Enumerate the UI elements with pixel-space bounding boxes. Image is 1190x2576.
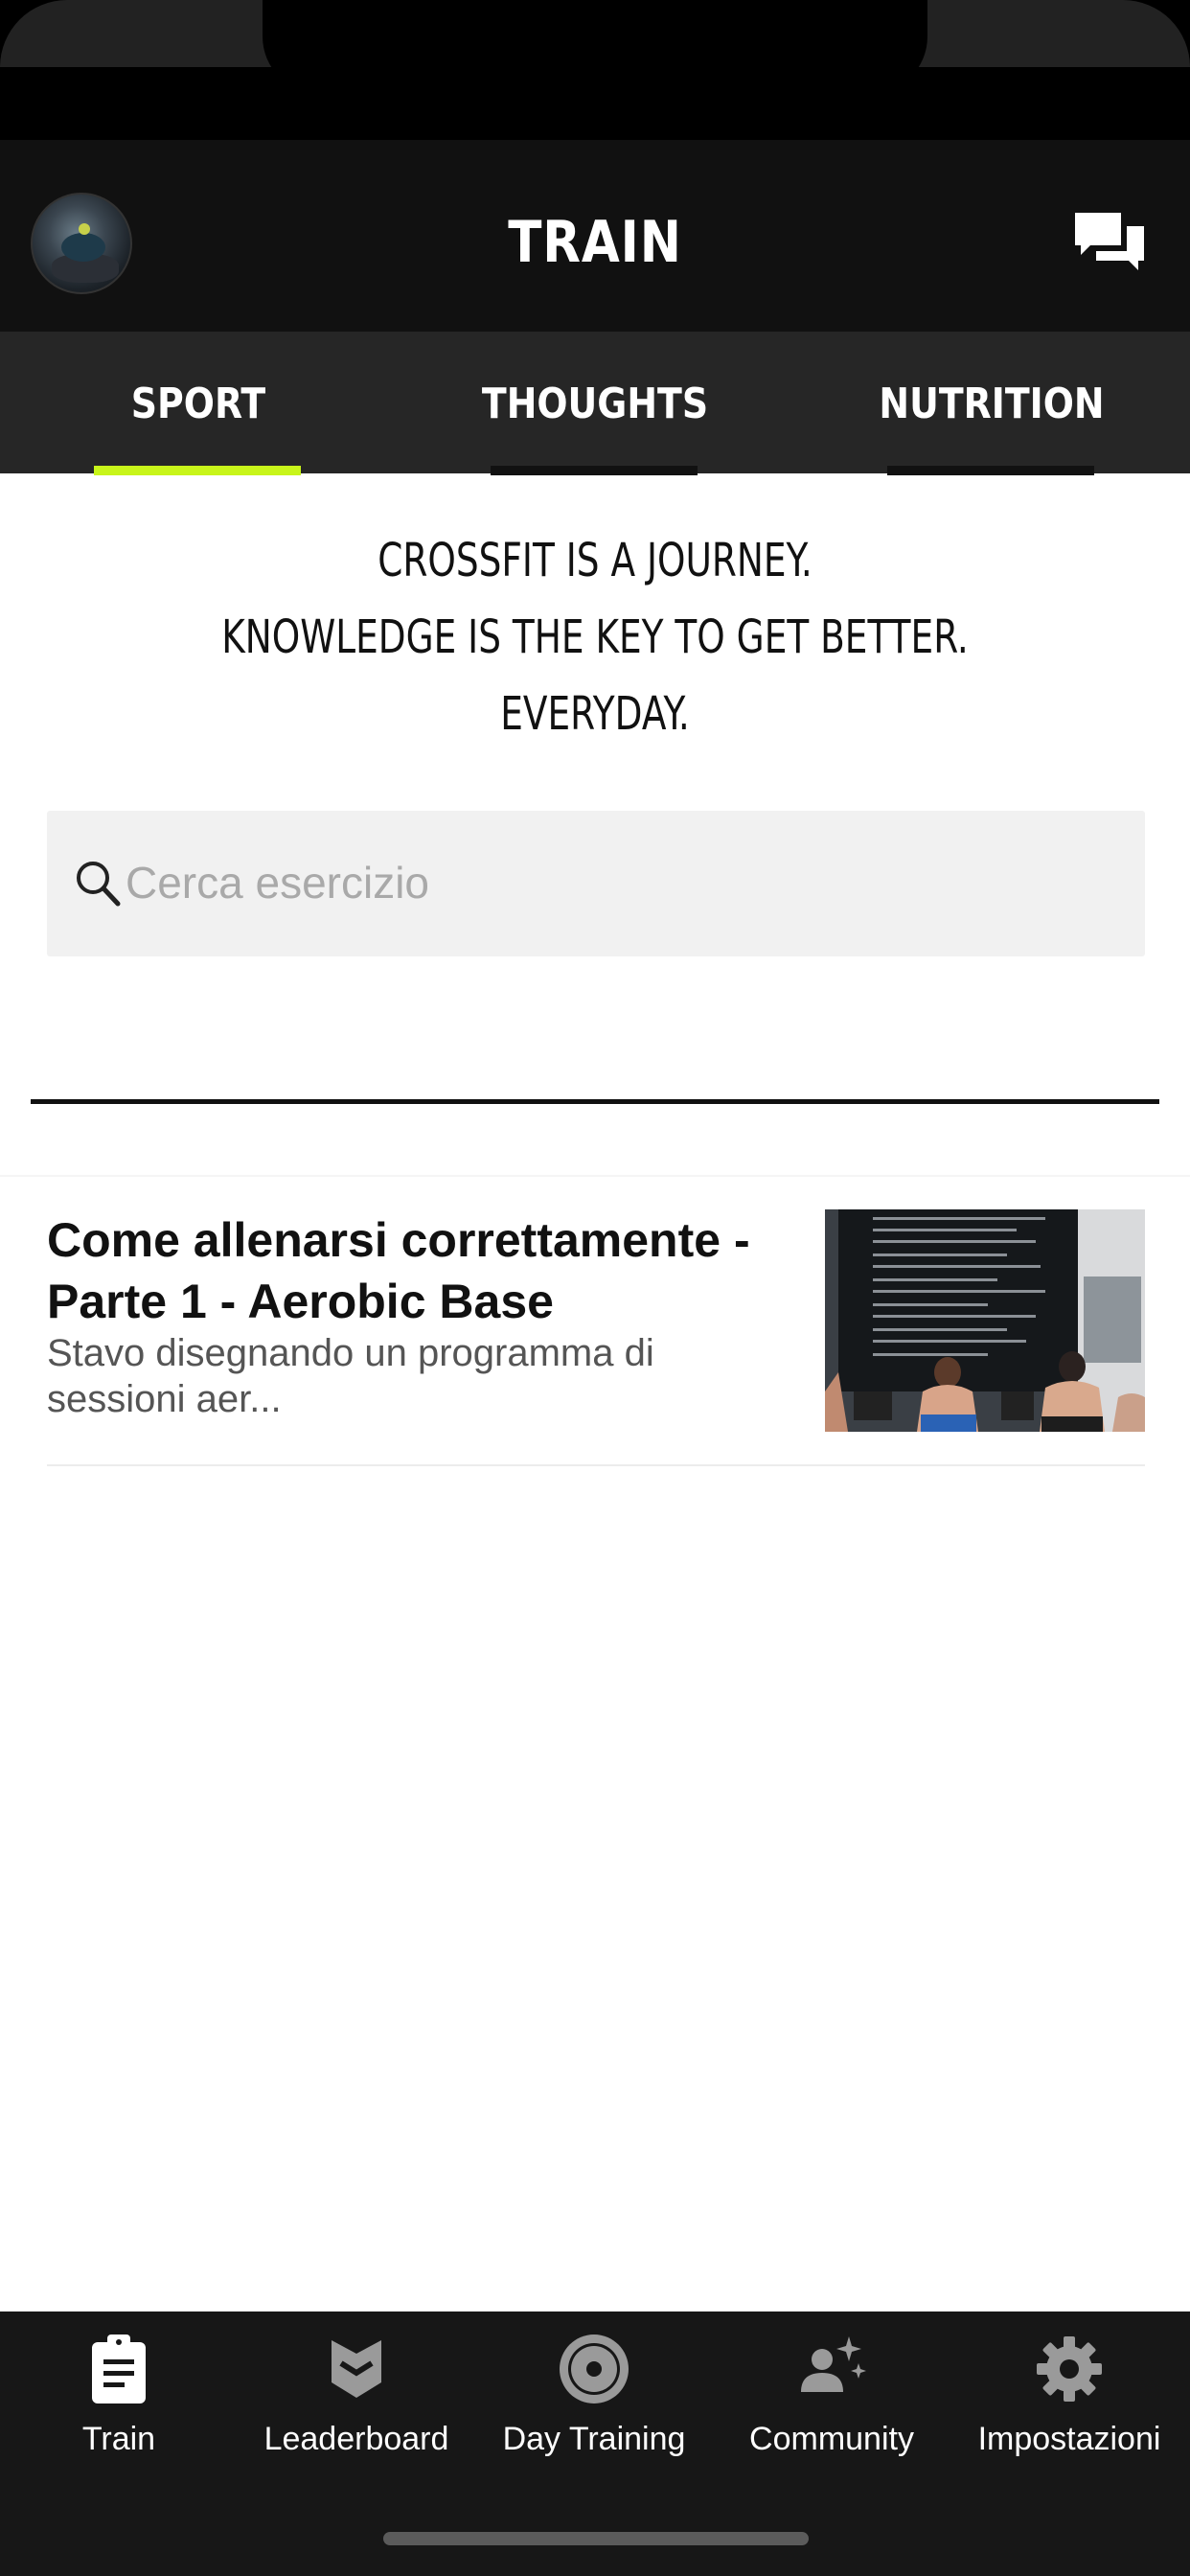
nav-label-day-training: Day Training (502, 2421, 686, 2457)
chevron-badge-icon (332, 2340, 381, 2398)
tagline-line-1: CROSSFIT IS A JOURNEY. (378, 534, 812, 587)
page-title: TRAIN (508, 209, 682, 276)
search-input[interactable] (126, 847, 1122, 918)
device-notch (263, 0, 927, 94)
tagline-line-3: EVERYDAY. (500, 687, 690, 741)
article-title: Come allenarsi correttamente - Parte 1 -… (47, 1213, 750, 1328)
list-top-border (0, 1175, 1190, 1177)
search-icon (77, 862, 121, 907)
plate-target-icon (560, 2334, 629, 2404)
nav-label-community: Community (749, 2421, 914, 2457)
article-thumbnail (825, 1209, 1145, 1432)
nav-day-training[interactable]: Day Training (475, 2312, 713, 2503)
nav-label-leaderboard: Leaderboard (263, 2421, 449, 2457)
nav-label-train: Train (81, 2421, 156, 2457)
person-sparkle-icon (801, 2336, 866, 2392)
gear-icon (1037, 2336, 1102, 2402)
nav-train[interactable]: Train (0, 2312, 238, 2503)
article-list-item[interactable]: Come allenarsi correttamente - Parte 1 -… (47, 1209, 1145, 1466)
tagline-line-2: KNOWLEDGE IS THE KEY TO GET BETTER. (221, 610, 969, 664)
tab-sport[interactable]: SPORT (0, 332, 397, 475)
search-bar (47, 811, 1145, 956)
tab-thoughts[interactable]: THOUGHTS (397, 332, 793, 475)
tab-active-indicator (94, 466, 301, 475)
section-divider (31, 1099, 1159, 1104)
nav-impostazioni[interactable]: Impostazioni (950, 2312, 1188, 2503)
tagline: CROSSFIT IS A JOURNEY. KNOWLEDGE IS THE … (131, 522, 1060, 752)
category-tabs: SPORT THOUGHTS NUTRITION (0, 332, 1190, 475)
chat-bubbles-icon[interactable] (1073, 211, 1146, 274)
tab-nutrition[interactable]: NUTRITION (793, 332, 1190, 475)
status-bar (0, 0, 1190, 140)
nav-label-impostazioni: Impostazioni (977, 2421, 1161, 2457)
app-header: TRAIN (0, 140, 1190, 332)
nav-community[interactable]: Community (713, 2312, 950, 2503)
list-separator (47, 1464, 1145, 1466)
clipboard-icon (92, 2334, 146, 2404)
article-excerpt: Stavo disegnando un programma di session… (47, 1332, 654, 1420)
nav-leaderboard[interactable]: Leaderboard (238, 2312, 475, 2503)
home-indicator[interactable] (383, 2532, 809, 2545)
